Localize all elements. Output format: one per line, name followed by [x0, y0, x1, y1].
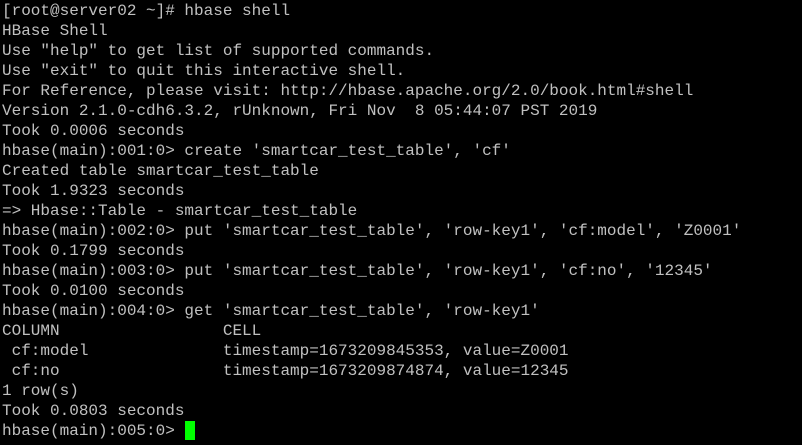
terminal-line: hbase(main):004:0> get 'smartcar_test_ta…: [2, 302, 540, 320]
terminal-line: Use "help" to get list of supported comm…: [2, 42, 435, 60]
terminal-line: hbase(main):002:0> put 'smartcar_test_ta…: [2, 222, 742, 240]
terminal-line: cf:model timestamp=1673209845353, value=…: [2, 342, 569, 360]
shell-prompt: hbase(main):005:0>: [2, 422, 185, 440]
terminal-line: Version 2.1.0-cdh6.3.2, rUnknown, Fri No…: [2, 102, 598, 120]
terminal-line: For Reference, please visit: http://hbas…: [2, 82, 694, 100]
terminal-line: Took 0.0006 seconds: [2, 122, 185, 140]
terminal-line: 1 row(s): [2, 382, 79, 400]
terminal-line: [root@server02 ~]# hbase shell: [2, 2, 291, 20]
terminal-line: Took 1.9323 seconds: [2, 182, 185, 200]
terminal-line: Took 0.0100 seconds: [2, 282, 185, 300]
text-cursor: [185, 421, 196, 440]
terminal-line: Created table smartcar_test_table: [2, 162, 319, 180]
terminal-line: Took 0.1799 seconds: [2, 242, 185, 260]
terminal-line: COLUMN CELL: [2, 322, 262, 340]
terminal-line: hbase(main):001:0> create 'smartcar_test…: [2, 142, 511, 160]
prompt-line[interactable]: hbase(main):005:0>: [2, 421, 802, 441]
terminal-line: Took 0.0803 seconds: [2, 402, 185, 420]
terminal-line: HBase Shell: [2, 22, 108, 40]
terminal-line: cf:no timestamp=1673209874874, value=123…: [2, 362, 569, 380]
terminal-line: hbase(main):003:0> put 'smartcar_test_ta…: [2, 262, 713, 280]
terminal-line: Use "exit" to quit this interactive shel…: [2, 62, 406, 80]
terminal-window[interactable]: [root@server02 ~]# hbase shell HBase She…: [0, 0, 802, 445]
terminal-line: => Hbase::Table - smartcar_test_table: [2, 202, 358, 220]
